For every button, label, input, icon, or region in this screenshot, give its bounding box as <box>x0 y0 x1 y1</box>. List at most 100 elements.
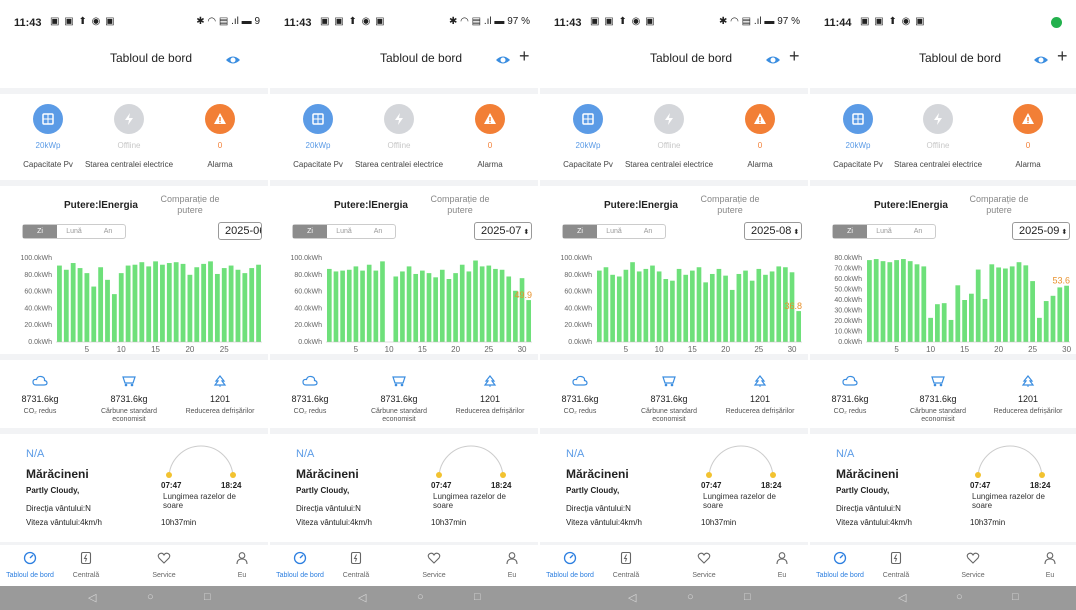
chart-bar[interactable] <box>769 271 775 342</box>
chart-bar[interactable] <box>486 265 492 342</box>
tab-power-comparison[interactable]: Comparație de putere <box>695 194 765 216</box>
chart-bar[interactable] <box>353 266 359 342</box>
chart-bar[interactable] <box>630 262 635 342</box>
chart-bar[interactable] <box>756 268 762 342</box>
chart-bar[interactable] <box>420 270 425 342</box>
chart-bar[interactable] <box>969 293 974 342</box>
chart-bar[interactable] <box>887 262 893 342</box>
chart-bar[interactable] <box>446 279 452 342</box>
chart-bar[interactable] <box>873 259 879 342</box>
chart-bar[interactable] <box>703 282 708 342</box>
alarm-icon[interactable] <box>745 104 775 134</box>
chart-bar[interactable] <box>1043 301 1049 342</box>
chart-bar[interactable] <box>160 264 165 342</box>
chart-bar[interactable] <box>519 278 525 342</box>
chart-bar[interactable] <box>242 273 248 342</box>
period-tab[interactable]: An <box>91 225 125 238</box>
chart-bar[interactable] <box>880 261 886 342</box>
chart-bar[interactable] <box>406 266 412 342</box>
chart-bar[interactable] <box>249 268 255 342</box>
lightning-icon[interactable] <box>114 104 144 134</box>
chart-bar[interactable] <box>139 262 145 342</box>
eye-icon[interactable] <box>495 53 511 65</box>
chart-bar[interactable] <box>716 268 722 342</box>
chart-bar[interactable] <box>125 265 131 342</box>
chart-bar[interactable] <box>928 317 933 342</box>
chart-bar[interactable] <box>656 271 662 342</box>
chart-bar[interactable] <box>1064 285 1069 342</box>
date-picker[interactable]: 2025-06 <box>218 222 262 240</box>
chart-bar[interactable] <box>596 270 602 342</box>
nav-item-0[interactable]: Tabloul de bord <box>812 551 868 579</box>
nav-item-1[interactable]: Centrală <box>868 551 924 579</box>
period-tab[interactable]: An <box>361 225 395 238</box>
nav-item-1[interactable]: Centrală <box>328 551 384 579</box>
period-tab[interactable]: Zi <box>293 225 327 238</box>
chart-bar[interactable] <box>77 268 83 342</box>
chart-bar[interactable] <box>1016 262 1022 342</box>
tab-power-energy[interactable]: Putere:lEnergia <box>334 200 408 211</box>
chart-bar[interactable] <box>941 303 947 342</box>
chart-bar[interactable] <box>118 273 124 342</box>
chart-bar[interactable] <box>696 267 702 342</box>
chart-bar[interactable] <box>166 263 172 342</box>
lightning-icon[interactable] <box>654 104 684 134</box>
chart-bar[interactable] <box>1050 295 1056 342</box>
tab-power-energy[interactable]: Putere:lEnergia <box>604 200 678 211</box>
period-tab[interactable]: An <box>631 225 665 238</box>
chart-bar[interactable] <box>948 319 954 342</box>
period-tab[interactable]: Zi <box>563 225 597 238</box>
period-tab[interactable]: An <box>901 225 935 238</box>
chart-bar[interactable] <box>914 264 920 342</box>
chart-bar[interactable] <box>610 274 615 342</box>
nav-item-3[interactable]: Eu <box>754 551 808 579</box>
chart-bar[interactable] <box>479 266 485 342</box>
chart-bar[interactable] <box>105 279 110 342</box>
chart-bar[interactable] <box>663 279 669 342</box>
back-icon[interactable]: ◁ <box>88 591 96 604</box>
chart-bar[interactable] <box>63 269 69 342</box>
chart-bar[interactable] <box>439 269 445 342</box>
nav-item-0[interactable]: Tabloul de bord <box>272 551 328 579</box>
alarm-icon[interactable] <box>1013 104 1043 134</box>
chart-bar[interactable] <box>643 268 649 342</box>
period-tab[interactable]: Lună <box>57 225 91 238</box>
chart-bar[interactable] <box>616 276 622 342</box>
date-picker[interactable]: 2025-08 ⬍ <box>744 222 802 240</box>
period-tab[interactable]: Lună <box>597 225 631 238</box>
chart-bar[interactable] <box>111 294 117 342</box>
alarm-icon[interactable] <box>475 104 505 134</box>
chart-bar[interactable] <box>996 267 1001 342</box>
eye-icon[interactable] <box>225 53 241 65</box>
pv-capacity-icon[interactable] <box>573 104 603 134</box>
chart-bar[interactable] <box>201 263 207 342</box>
chart-bar[interactable] <box>499 269 505 342</box>
chart-bar[interactable] <box>194 267 200 342</box>
date-picker[interactable]: 2025-09 ⬍ <box>1012 222 1070 240</box>
add-icon[interactable]: + <box>1057 46 1068 67</box>
chart-bar[interactable] <box>426 273 432 342</box>
lightning-icon[interactable] <box>923 104 953 134</box>
chart-bar[interactable] <box>743 270 748 342</box>
chart-bar[interactable] <box>153 261 158 342</box>
alarm-icon[interactable] <box>205 104 235 134</box>
chart-bar[interactable] <box>690 270 695 342</box>
chart-bar[interactable] <box>340 270 345 342</box>
nav-item-2[interactable]: Service <box>676 551 732 579</box>
nav-item-0[interactable]: Tabloul de bord <box>542 551 598 579</box>
recents-icon[interactable]: □ <box>744 591 751 603</box>
chart-bar[interactable] <box>473 260 478 342</box>
chart-bar[interactable] <box>623 269 629 342</box>
chart-bar[interactable] <box>214 273 220 342</box>
period-tab[interactable]: Lună <box>327 225 361 238</box>
chart-bar[interactable] <box>132 264 138 342</box>
chart-bar[interactable] <box>935 304 940 342</box>
period-tab[interactable]: Zi <box>23 225 57 238</box>
recents-icon[interactable]: □ <box>1012 591 1019 603</box>
nav-item-0[interactable]: Tabloul de bord <box>2 551 58 579</box>
tab-power-comparison[interactable]: Comparație de putere <box>964 194 1034 216</box>
chart-bar[interactable] <box>380 261 385 342</box>
chart-bar[interactable] <box>989 264 995 342</box>
chart-bar[interactable] <box>1057 287 1063 342</box>
add-icon[interactable]: + <box>789 46 800 67</box>
